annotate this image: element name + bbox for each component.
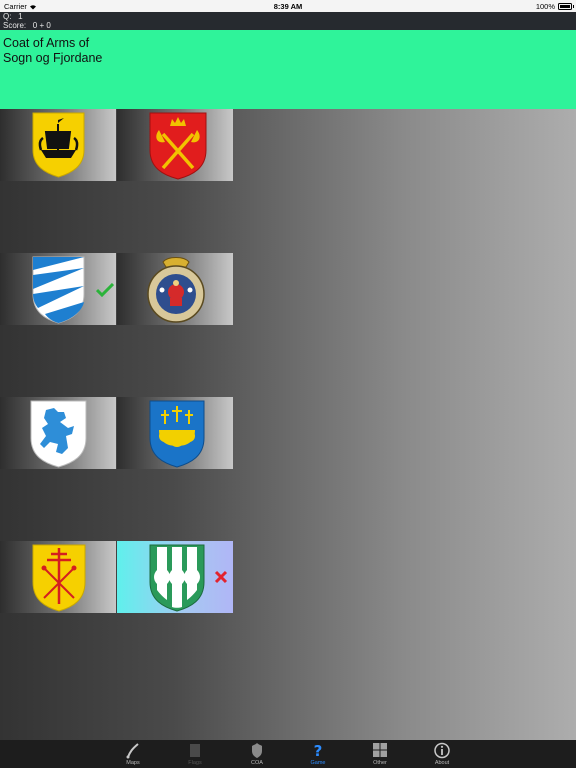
question-icon: ? bbox=[314, 742, 323, 759]
tab-maps[interactable]: Maps bbox=[113, 740, 153, 768]
clock: 8:39 AM bbox=[273, 2, 303, 11]
battery-icon bbox=[558, 2, 574, 10]
answer-tile-1[interactable] bbox=[0, 109, 116, 181]
info-icon bbox=[434, 742, 450, 759]
answer-tile-4[interactable] bbox=[117, 253, 233, 325]
answer-tile-3[interactable] bbox=[0, 253, 116, 325]
answer-tile-6[interactable] bbox=[117, 397, 233, 469]
crossed-axes-crown-shield-icon bbox=[149, 112, 207, 180]
answer-tile-2[interactable] bbox=[117, 109, 233, 181]
score-row: Score: 0 + 0 bbox=[3, 21, 51, 30]
shield-icon bbox=[252, 743, 262, 758]
patriarchal-cross-shield-icon bbox=[32, 544, 86, 612]
game-info: Q: 1 Score: 0 + 0 bbox=[0, 12, 576, 30]
tab-about[interactable]: About bbox=[422, 740, 462, 768]
grid-icon bbox=[373, 743, 387, 757]
white-pillars-shield-icon bbox=[149, 544, 205, 612]
question-row: Q: 1 bbox=[3, 12, 23, 21]
answer-tile-5[interactable] bbox=[0, 397, 116, 469]
question-title-line2: Sogn og Fjordane bbox=[3, 51, 103, 65]
svg-text:?: ? bbox=[314, 742, 323, 759]
wedges-shield-icon bbox=[32, 256, 85, 324]
tab-other[interactable]: Other bbox=[360, 740, 400, 768]
tab-game[interactable]: ? Game bbox=[298, 740, 338, 768]
battery-indicator: 100% bbox=[536, 2, 574, 11]
map-pen-icon bbox=[126, 743, 139, 759]
tab-bar: Maps Flags COA ? Game Other About bbox=[0, 740, 576, 768]
round-seal-icon bbox=[147, 257, 205, 323]
question-title-line1: Coat of Arms of bbox=[3, 36, 90, 50]
tab-flags[interactable]: Flags bbox=[175, 740, 215, 768]
status-bar: Carrier 8:39 AM 100% bbox=[0, 0, 576, 12]
question-banner: Coat of Arms of Sogn og Fjordane bbox=[0, 30, 576, 109]
ship-shield-icon bbox=[32, 112, 85, 178]
wrong-x-icon bbox=[214, 570, 228, 584]
crosses-bells-shield-icon bbox=[149, 400, 205, 468]
bear-shield-icon bbox=[30, 400, 87, 468]
correct-check-icon bbox=[96, 283, 114, 297]
answer-tile-8[interactable] bbox=[117, 541, 233, 613]
flag-icon bbox=[190, 744, 200, 757]
tab-coa[interactable]: COA bbox=[237, 740, 277, 768]
answer-tile-7[interactable] bbox=[0, 541, 116, 613]
